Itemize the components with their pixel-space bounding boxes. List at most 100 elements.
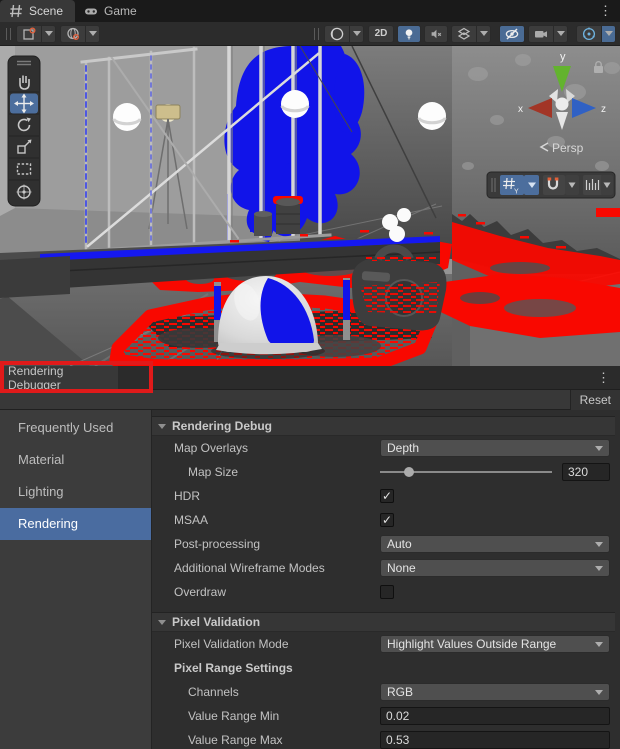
axis-z-label: z — [601, 104, 606, 115]
camera-settings-button[interactable] — [528, 25, 568, 43]
pivot-icon — [21, 26, 37, 42]
row-additional-wireframe-modes: Additional Wireframe Modes None — [152, 556, 615, 580]
audio-mute-button[interactable] — [424, 25, 448, 43]
camera-icon — [533, 26, 549, 42]
chevron-down-icon — [45, 31, 53, 36]
power-tool — [352, 249, 447, 331]
row-overdraw: Overdraw — [152, 580, 615, 604]
hdr-checkbox[interactable]: ✓ — [380, 489, 394, 503]
pixel-validation-mode-value: Highlight Values Outside Range — [387, 637, 556, 651]
window-menu-icon[interactable]: ⋮ — [591, 0, 620, 22]
channels-label: Channels — [152, 685, 380, 699]
row-map-overlays: Map Overlays Depth — [152, 436, 615, 460]
chevron-down-icon — [89, 31, 97, 36]
row-channels: Channels RGB — [152, 680, 615, 704]
msaa-label: MSAA — [152, 513, 380, 527]
eye-slash-icon — [504, 26, 520, 42]
additional-wireframe-label: Additional Wireframe Modes — [152, 561, 380, 575]
sidebar-item-lighting[interactable]: Lighting — [0, 476, 151, 508]
scene-viewport[interactable]: y x z Persp — [0, 46, 620, 366]
reset-button[interactable]: Reset — [570, 390, 620, 410]
lightbulb-icon — [402, 26, 416, 42]
row-msaa: MSAA ✓ — [152, 508, 615, 532]
grid-visibility-button[interactable]: Y — [500, 175, 539, 196]
section-pixel-validation[interactable]: Pixel Validation — [152, 612, 615, 632]
additional-wireframe-dropdown[interactable]: None — [380, 559, 610, 577]
value-range-max-label: Value Range Max — [152, 733, 380, 747]
row-pixel-validation-mode: Pixel Validation Mode Highlight Values O… — [152, 632, 615, 656]
value-range-min-input[interactable] — [380, 707, 610, 725]
speaker-muted-icon — [429, 26, 443, 42]
sidebar-item-frequently-used[interactable]: Frequently Used — [0, 412, 151, 444]
gizmos-info-icon — [581, 26, 597, 42]
row-post-processing: Post-processing Auto — [152, 532, 615, 556]
slider-handle[interactable] — [404, 467, 414, 477]
section-pixel-validation-label: Pixel Validation — [172, 615, 260, 629]
channels-dropdown[interactable]: RGB — [380, 683, 610, 701]
scene-toolbar: 2D — [0, 22, 620, 46]
tool-handle-rotation-button[interactable] — [60, 25, 100, 43]
2d-label: 2D — [375, 28, 388, 39]
row-hdr: HDR ✓ — [152, 484, 615, 508]
axis-x-label: x — [518, 104, 523, 115]
toolbar-drag-handle[interactable] — [314, 28, 319, 40]
post-processing-value: Auto — [387, 537, 412, 551]
unity-editor-window: Scene Game ⋮ — [0, 0, 620, 749]
move-tool-button[interactable] — [10, 94, 38, 114]
globe-icon — [65, 26, 81, 42]
overdraw-label: Overdraw — [152, 585, 380, 599]
value-range-min-label: Value Range Min — [152, 709, 380, 723]
snap-toggle-button[interactable] — [543, 175, 579, 195]
tab-game[interactable]: Game — [75, 0, 149, 22]
scene-visibility-button[interactable] — [499, 25, 525, 43]
tab-scene[interactable]: Scene — [0, 0, 75, 22]
effects-button[interactable] — [451, 25, 491, 43]
sidebar-item-material[interactable]: Material — [0, 444, 151, 476]
shaded-sphere-icon — [329, 26, 345, 42]
scene-render: y x z Persp — [0, 46, 620, 366]
debugger-toolbar: Reset — [0, 390, 620, 410]
toggle-2d-button[interactable]: 2D — [368, 25, 394, 43]
map-size-slider[interactable] — [380, 463, 552, 481]
tab-game-label: Game — [104, 4, 137, 18]
overdraw-checkbox[interactable] — [380, 585, 394, 599]
channels-value: RGB — [387, 685, 413, 699]
map-overlays-label: Map Overlays — [152, 441, 380, 455]
scene-lighting-button[interactable] — [397, 25, 421, 43]
debugger-sidebar: Frequently Used Material Lighting Render… — [0, 410, 152, 749]
post-processing-dropdown[interactable]: Auto — [380, 535, 610, 553]
effects-layers-icon — [456, 26, 472, 42]
pixel-validation-mode-dropdown[interactable]: Highlight Values Outside Range — [380, 635, 610, 653]
value-range-max-input[interactable] — [380, 731, 610, 749]
hdr-label: HDR — [152, 489, 380, 503]
persp-label[interactable]: Persp — [552, 141, 584, 155]
grid-axis-label: Y — [514, 189, 519, 196]
chevron-down-icon — [480, 31, 488, 36]
msaa-checkbox[interactable]: ✓ — [380, 513, 394, 527]
section-rendering-debug[interactable]: Rendering Debug — [152, 416, 615, 436]
map-overlays-dropdown[interactable]: Depth — [380, 439, 610, 457]
map-overlays-value: Depth — [387, 441, 419, 455]
gizmos-button[interactable] — [576, 25, 616, 43]
chevron-down-icon — [353, 31, 361, 36]
debugger-menu-icon[interactable]: ⋮ — [587, 370, 620, 386]
scene-grid-icon — [8, 3, 24, 19]
tab-rendering-debugger[interactable]: Rendering Debugger — [0, 366, 118, 390]
pixel-range-settings-label: Pixel Range Settings — [152, 661, 380, 675]
axis-y-label: y — [560, 51, 566, 63]
pixel-validation-mode-label: Pixel Validation Mode — [152, 637, 380, 651]
chevron-down-icon — [595, 446, 603, 451]
grid-snap-overlay: Y — [487, 172, 615, 198]
tools-overlay — [8, 56, 40, 206]
toolbar-drag-handle[interactable] — [6, 28, 11, 40]
sidebar-item-rendering[interactable]: Rendering — [0, 508, 151, 540]
draw-mode-button[interactable] — [324, 25, 364, 43]
row-map-size: Map Size — [152, 460, 615, 484]
chevron-down-icon — [595, 690, 603, 695]
tool-handle-position-button[interactable] — [16, 25, 56, 43]
snap-increment-button[interactable] — [583, 175, 613, 195]
map-size-input[interactable] — [562, 463, 610, 481]
scene-game-tabbar: Scene Game ⋮ — [0, 0, 620, 22]
rendering-debugger-tabbar: Rendering Debugger ⋮ — [0, 366, 620, 390]
chevron-down-icon — [595, 642, 603, 647]
